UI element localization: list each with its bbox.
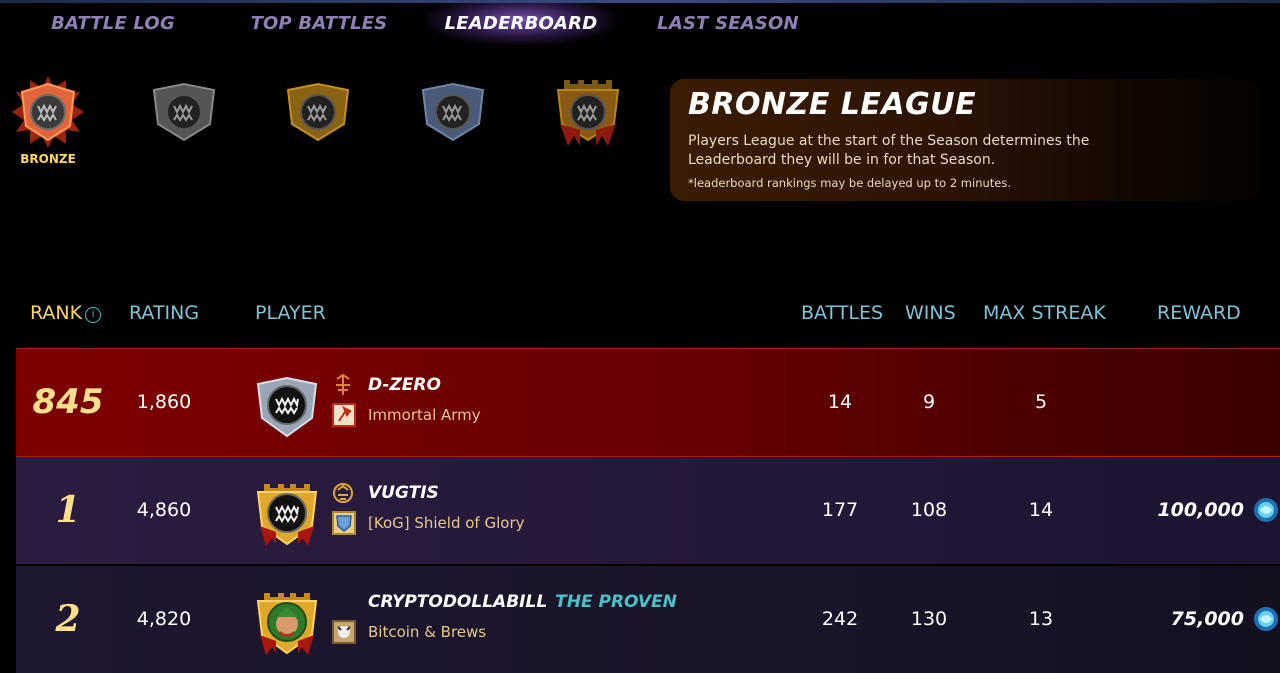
row-max-streak: 14	[1028, 499, 1054, 521]
guild-name[interactable]: [KoG] Shield of Glory	[368, 514, 524, 532]
league-note: *leaderboard rankings may be delayed up …	[688, 176, 1012, 190]
league-bronze[interactable]: BRONZE	[10, 74, 86, 170]
league-info-panel: BRONZE LEAGUE Players League at the star…	[670, 79, 1260, 201]
tab-top-battles[interactable]: TOP BATTLES	[242, 3, 396, 45]
league-gold[interactable]	[280, 74, 356, 170]
guild-name[interactable]: Immortal Army	[368, 406, 481, 424]
guild-name[interactable]: Bitcoin & Brews	[368, 623, 486, 641]
league-champion[interactable]	[550, 74, 626, 170]
row-wins: 9	[922, 391, 936, 413]
row-battles: 14	[827, 391, 853, 413]
row-max-streak: 5	[1034, 391, 1048, 413]
header-rank-label: RANK	[30, 302, 83, 324]
league-title: BRONZE LEAGUE	[688, 87, 977, 122]
diamond-league-icon	[421, 82, 485, 142]
row-reward: 100,000	[1157, 499, 1244, 521]
row-reward: 75,000	[1170, 608, 1244, 630]
champion-league-icon	[556, 80, 620, 146]
tab-bar: BATTLE LOG TOP BATTLES LEADERBOARD LAST …	[0, 3, 1280, 45]
player-name[interactable]: D-ZERO	[368, 375, 441, 395]
player-name-text: CRYPTODOLLABILL	[368, 592, 548, 612]
league-selected-label: BRONZE	[20, 152, 76, 166]
row-wins: 130	[910, 608, 948, 630]
row-rating: 1,860	[136, 391, 192, 413]
player-level-icon	[333, 483, 353, 503]
row-max-streak: 13	[1028, 608, 1054, 630]
row-rank: 2	[55, 598, 81, 640]
header-rank: RANK i	[30, 301, 102, 325]
header-battles: BATTLES	[801, 302, 884, 324]
player-name[interactable]: CRYPTODOLLABILL THE PROVEN	[368, 592, 677, 612]
tab-last-season[interactable]: LAST SEASON	[650, 3, 806, 45]
leaderboard-row[interactable]: 2 4,820 CRYPTODOLLABILL THE PROVEN Bitcoi…	[16, 566, 1280, 673]
league-diamond[interactable]	[415, 74, 491, 170]
player-avatar[interactable]	[254, 482, 320, 548]
guild-crest-icon	[332, 511, 356, 535]
row-battles: 242	[821, 608, 859, 630]
tab-leaderboard[interactable]: LEADERBOARD	[426, 3, 616, 45]
header-reward: REWARD	[1157, 302, 1241, 324]
dec-token-icon	[1254, 498, 1278, 522]
player-avatar[interactable]	[254, 374, 320, 440]
dec-token-icon	[1254, 607, 1278, 631]
header-rating: RATING	[129, 302, 200, 324]
info-icon[interactable]: i	[85, 307, 102, 323]
league-silver[interactable]	[146, 74, 222, 170]
bronze-league-icon	[12, 76, 84, 148]
player-title: THE PROVEN	[555, 592, 677, 612]
header-wins: WINS	[905, 302, 956, 324]
row-wins: 108	[910, 499, 948, 521]
header-max-streak: MAX STREAK	[983, 302, 1106, 324]
player-name[interactable]: VUGTIS	[368, 483, 439, 503]
header-player: PLAYER	[255, 302, 326, 324]
row-rating: 4,820	[136, 608, 192, 630]
leaderboard-row[interactable]: 1 4,860 VUGTIS [KoG] Shield of Glory 177…	[16, 457, 1280, 564]
row-rank: 1	[55, 489, 81, 531]
row-rating: 4,860	[136, 499, 192, 521]
my-rank-row[interactable]: 845 1,860 D-ZERO Immortal Army 14 9 5	[16, 348, 1280, 457]
player-level-icon	[336, 374, 350, 395]
guild-crest-icon	[332, 403, 356, 427]
guild-crest-icon	[332, 620, 356, 644]
row-battles: 177	[821, 499, 859, 521]
gold-league-icon	[286, 82, 350, 142]
row-rank: 845	[32, 382, 104, 422]
player-avatar[interactable]	[254, 591, 320, 657]
silver-league-icon	[152, 82, 216, 142]
league-description: Players League at the start of the Seaso…	[688, 133, 1090, 168]
tab-battle-log[interactable]: BATTLE LOG	[40, 3, 186, 45]
